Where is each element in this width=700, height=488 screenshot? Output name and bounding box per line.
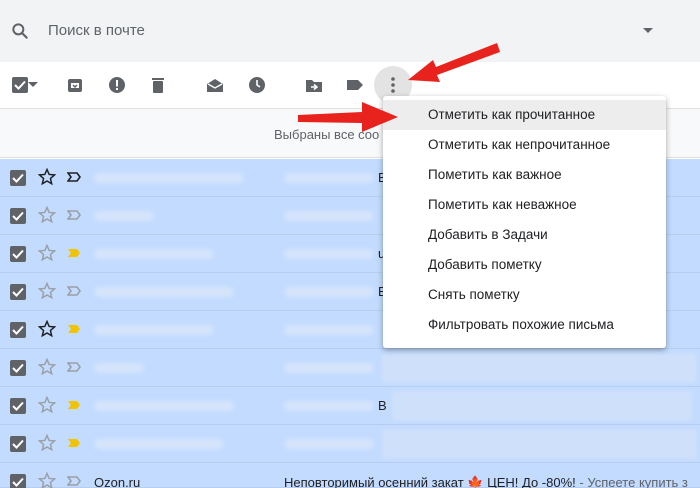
- menu-item-mark-important[interactable]: Пометить как важное: [383, 160, 666, 190]
- importance-marker-icon[interactable]: [67, 476, 81, 486]
- star-icon[interactable]: [38, 168, 56, 186]
- move-to-icon[interactable]: [303, 74, 325, 96]
- blurred-sender: [94, 173, 244, 183]
- blurred-sender: [94, 363, 144, 373]
- mail-row[interactable]: [0, 425, 700, 463]
- subject-fragment: В: [378, 398, 387, 413]
- row-checkbox[interactable]: [10, 208, 26, 224]
- importance-marker-icon[interactable]: [67, 172, 81, 182]
- label-icon[interactable]: [344, 74, 366, 96]
- menu-item-remove-star[interactable]: Снять пометку: [383, 280, 666, 310]
- blurred-snippet: [392, 391, 692, 421]
- row-checkbox[interactable]: [10, 246, 26, 262]
- mail-row[interactable]: Ozon.ru Неповторимый осенний закат 🍁 ЦЕН…: [0, 463, 700, 488]
- importance-marker-icon[interactable]: [67, 438, 81, 448]
- snooze-icon[interactable]: [246, 74, 268, 96]
- menu-item-add-to-tasks[interactable]: Добавить в Задачи: [383, 220, 666, 250]
- blurred-subject: [284, 211, 374, 221]
- row-checkbox[interactable]: [10, 474, 26, 488]
- blurred-snippet: [382, 429, 697, 459]
- star-icon[interactable]: [38, 396, 56, 414]
- blurred-sender: [94, 211, 154, 221]
- search-input[interactable]: Поиск в почте: [48, 22, 145, 39]
- star-icon[interactable]: [38, 434, 56, 452]
- blurred-subject: [284, 173, 374, 183]
- importance-marker-icon[interactable]: [67, 210, 81, 220]
- importance-marker-icon[interactable]: [67, 324, 81, 334]
- search-icon[interactable]: [10, 21, 30, 41]
- blurred-sender: [94, 325, 214, 335]
- search-bar[interactable]: Поиск в почте: [0, 0, 700, 62]
- blurred-subject: [284, 325, 374, 335]
- row-subject: Неповторимый осенний закат 🍁 ЦЕН! До -80…: [284, 475, 694, 488]
- star-icon[interactable]: [38, 244, 56, 262]
- blurred-subject: [284, 249, 374, 259]
- menu-item-mark-read[interactable]: Отметить как прочитанное: [383, 100, 666, 130]
- star-icon[interactable]: [38, 358, 56, 376]
- report-spam-icon[interactable]: [106, 74, 128, 96]
- menu-item-filter-similar[interactable]: Фильтровать похожие письма: [383, 310, 666, 340]
- star-icon[interactable]: [38, 206, 56, 224]
- blurred-sender: [94, 439, 224, 449]
- row-snippet: - Успеете купить з: [575, 475, 688, 488]
- archive-icon[interactable]: [64, 74, 86, 96]
- row-checkbox[interactable]: [10, 436, 26, 452]
- importance-marker-icon[interactable]: [67, 400, 81, 410]
- importance-marker-icon[interactable]: [67, 248, 81, 258]
- blurred-sender: [94, 249, 214, 259]
- blurred-sender: [94, 401, 234, 411]
- more-options-menu: Отметить как прочитанное Отметить как не…: [383, 96, 666, 348]
- mail-row[interactable]: [0, 349, 700, 387]
- selection-banner-text: Выбраны все соо: [274, 127, 380, 142]
- importance-marker-icon[interactable]: [67, 286, 81, 296]
- star-icon[interactable]: [38, 320, 56, 338]
- search-options-chevron-icon[interactable]: [643, 28, 653, 33]
- row-sender: Ozon.ru: [94, 475, 141, 488]
- more-vert-icon: [391, 77, 395, 93]
- row-checkbox[interactable]: [10, 170, 26, 186]
- menu-item-mark-unimportant[interactable]: Пометить как неважное: [383, 190, 666, 220]
- mark-read-icon[interactable]: [204, 74, 226, 96]
- menu-item-add-star[interactable]: Добавить пометку: [383, 250, 666, 280]
- row-checkbox[interactable]: [10, 284, 26, 300]
- importance-marker-icon[interactable]: [67, 362, 81, 372]
- row-checkbox[interactable]: [10, 398, 26, 414]
- row-checkbox[interactable]: [10, 360, 26, 376]
- blurred-subject: [284, 363, 374, 373]
- select-chevron-down-icon[interactable]: [27, 74, 39, 96]
- menu-item-mark-unread[interactable]: Отметить как непрочитанное: [383, 130, 666, 160]
- row-subject-text: Неповторимый осенний закат 🍁 ЦЕН! До -80…: [284, 475, 576, 488]
- row-checkbox[interactable]: [10, 322, 26, 338]
- mail-row[interactable]: В: [0, 387, 700, 425]
- star-icon[interactable]: [38, 282, 56, 300]
- delete-icon[interactable]: [147, 74, 169, 96]
- blurred-subject: [284, 401, 374, 411]
- blurred-subject: [284, 439, 374, 449]
- blurred-snippet: [382, 353, 697, 383]
- star-icon[interactable]: [38, 472, 56, 488]
- blurred-sender: [94, 287, 234, 297]
- blurred-subject: [284, 287, 374, 297]
